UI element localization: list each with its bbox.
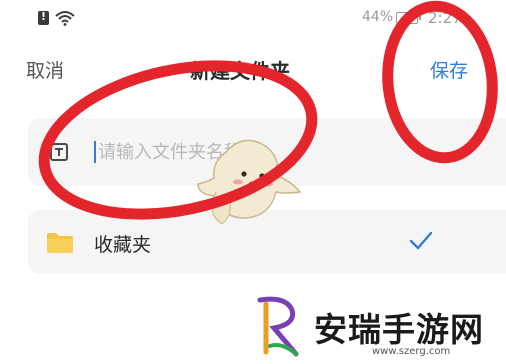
mascot-sticker — [197, 139, 302, 225]
watermark-url: www.szerg.com — [372, 346, 451, 357]
watermark-logo — [257, 296, 299, 357]
folder-icon — [47, 233, 73, 253]
status-bar: 44% 2:27 — [0, 0, 506, 36]
text-cursor — [94, 141, 96, 163]
battery-percent: 44% — [362, 9, 394, 25]
page-title: 新建文件夹 — [190, 59, 290, 83]
check-icon — [409, 231, 433, 250]
save-button[interactable]: 保存 — [430, 56, 468, 83]
wifi-icon — [55, 11, 75, 26]
cancel-button[interactable]: 取消 — [26, 56, 64, 83]
folder-list-item-label: 收藏夹 — [94, 234, 152, 256]
watermark-brand: 安瑞手游网 — [314, 310, 484, 349]
status-time: 2:27 — [428, 9, 462, 27]
battery-icon — [396, 12, 421, 24]
folder-tag-icon — [50, 143, 68, 161]
sim-alert-icon — [38, 10, 49, 25]
